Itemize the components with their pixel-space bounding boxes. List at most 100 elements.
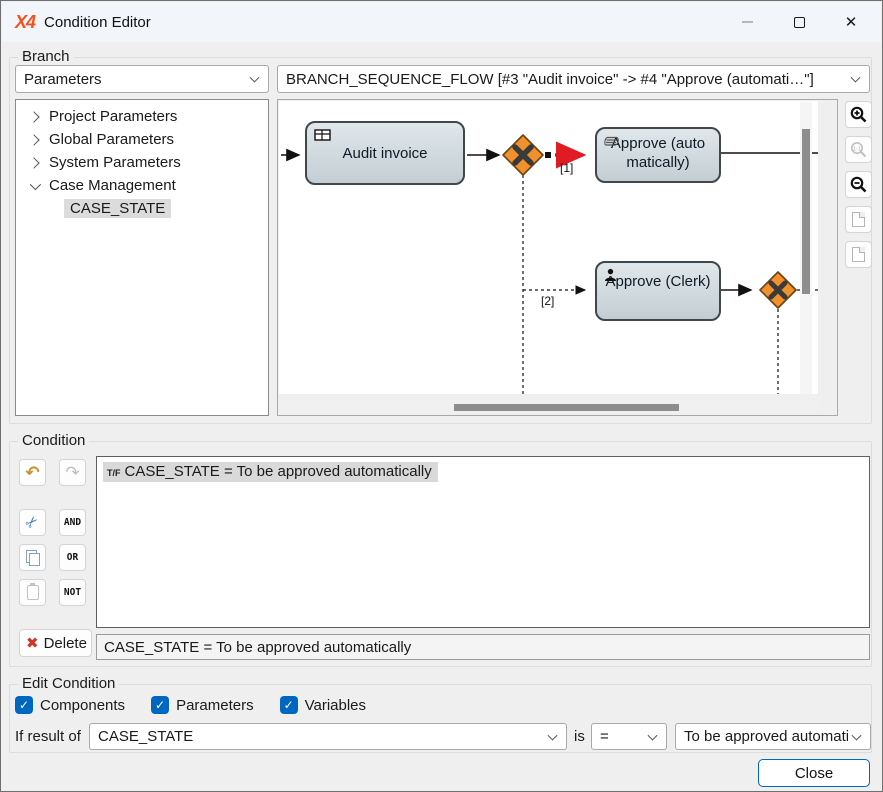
chevron-right-icon bbox=[28, 157, 39, 168]
branch-flow-select[interactable]: BRANCH_SEQUENCE_FLOW [#3 "Audit invoice"… bbox=[277, 65, 870, 93]
chevron-down-icon bbox=[30, 178, 41, 189]
close-icon: ✕ bbox=[845, 15, 858, 30]
chevron-down-icon bbox=[852, 730, 862, 740]
zoom-out-icon bbox=[850, 176, 867, 193]
not-button[interactable]: NOT bbox=[59, 579, 86, 606]
tree-item-label-selected: CASE_STATE bbox=[64, 199, 171, 218]
gateway-xor-1 bbox=[503, 135, 543, 175]
table-icon bbox=[314, 128, 331, 145]
minimize-icon bbox=[742, 21, 753, 23]
tree-item-global-parameters[interactable]: Global Parameters bbox=[16, 128, 268, 151]
cut-icon: ✂ bbox=[23, 513, 43, 533]
close-button[interactable]: Close bbox=[758, 759, 870, 787]
diagram-horizontal-scrollbar[interactable] bbox=[279, 400, 818, 414]
undo-button[interactable]: ↶ bbox=[19, 459, 46, 486]
condition-expression-row[interactable]: T/FCASE_STATE = To be approved automatic… bbox=[103, 462, 438, 482]
diagram-canvas[interactable]: Audit invoice Approve (automatically) Ap… bbox=[279, 101, 818, 394]
script-icon bbox=[604, 134, 619, 151]
chevron-right-icon bbox=[28, 111, 39, 122]
chevron-down-icon bbox=[548, 730, 558, 740]
edit-condition-checkboxes: ✓ Components ✓ Parameters ✓ Variables bbox=[15, 696, 366, 714]
zoom-actual-size-button[interactable]: 1:1 bbox=[845, 136, 872, 163]
value-select-text: To be approved automati bbox=[684, 728, 848, 745]
minimize-button[interactable] bbox=[721, 2, 773, 42]
checkbox-checked-icon: ✓ bbox=[151, 696, 169, 714]
delete-button[interactable]: ✖ Delete bbox=[19, 629, 92, 657]
paste-icon bbox=[27, 585, 39, 600]
condition-preview-field: CASE_STATE = To be approved automaticall… bbox=[96, 634, 870, 660]
edge-label-2: [2] bbox=[541, 294, 554, 308]
delete-icon: ✖ bbox=[26, 634, 39, 652]
tree-item-label: Project Parameters bbox=[49, 108, 177, 125]
maximize-button[interactable] bbox=[773, 2, 825, 42]
and-button[interactable]: AND bbox=[59, 509, 86, 536]
chevron-down-icon bbox=[851, 73, 861, 83]
zoom-out-button[interactable] bbox=[845, 171, 872, 198]
fit-to-page-button[interactable] bbox=[845, 206, 872, 233]
operand-select[interactable]: CASE_STATE bbox=[89, 723, 567, 750]
close-button-label: Close bbox=[795, 765, 833, 782]
x4-logo-icon: X4 bbox=[15, 12, 35, 33]
checkbox-parameters[interactable]: ✓ Parameters bbox=[151, 696, 254, 714]
fit-to-width-button[interactable] bbox=[845, 241, 872, 268]
task-audit-invoice[interactable]: Audit invoice bbox=[305, 121, 465, 185]
operand-value: CASE_STATE bbox=[98, 728, 193, 745]
condition-preview-text: CASE_STATE = To be approved automaticall… bbox=[104, 639, 411, 656]
chevron-right-icon bbox=[28, 134, 39, 145]
task-approve-clerk[interactable]: Approve (Clerk) bbox=[595, 261, 721, 321]
branch-type-value: Parameters bbox=[24, 71, 102, 88]
if-result-of-label: If result of bbox=[15, 728, 81, 745]
paste-button[interactable] bbox=[19, 579, 46, 606]
cut-button[interactable]: ✂ bbox=[19, 509, 46, 536]
process-diagram-panel: Audit invoice Approve (automatically) Ap… bbox=[277, 99, 838, 416]
operator-select[interactable]: = bbox=[591, 723, 667, 750]
window-title: Condition Editor bbox=[44, 14, 151, 31]
task-label: Approve (automatically) bbox=[608, 129, 708, 172]
copy-button[interactable] bbox=[19, 544, 46, 571]
value-select[interactable]: To be approved automati bbox=[675, 723, 871, 750]
svg-text:1:1: 1:1 bbox=[853, 146, 862, 152]
checkbox-label: Parameters bbox=[176, 697, 254, 714]
not-label: NOT bbox=[64, 587, 81, 598]
diagram-zoom-toolbar: 1:1 bbox=[845, 101, 872, 276]
zoom-in-button[interactable] bbox=[845, 101, 872, 128]
true-false-icon: T/F bbox=[107, 468, 121, 478]
branch-type-select[interactable]: Parameters bbox=[15, 65, 269, 93]
and-label: AND bbox=[64, 517, 81, 528]
checkbox-label: Variables bbox=[305, 697, 366, 714]
checkbox-components[interactable]: ✓ Components bbox=[15, 696, 125, 714]
checkbox-variables[interactable]: ✓ Variables bbox=[280, 696, 366, 714]
close-window-button[interactable]: ✕ bbox=[825, 2, 877, 42]
operator-value: = bbox=[600, 728, 609, 745]
edit-condition-group-label: Edit Condition bbox=[18, 675, 119, 692]
zoom-1-1-icon: 1:1 bbox=[850, 141, 867, 158]
parameter-tree: Project Parameters Global Parameters Sys… bbox=[15, 99, 269, 416]
page-icon bbox=[852, 247, 865, 262]
tree-item-case-management[interactable]: Case Management bbox=[16, 174, 268, 197]
condition-expression-list[interactable]: T/FCASE_STATE = To be approved automatic… bbox=[96, 456, 870, 628]
chevron-down-icon bbox=[648, 730, 658, 740]
checkbox-checked-icon: ✓ bbox=[280, 696, 298, 714]
tree-item-label: Global Parameters bbox=[49, 131, 174, 148]
diagram-vertical-scrollbar[interactable] bbox=[800, 102, 812, 394]
page-icon bbox=[852, 212, 865, 227]
tree-item-case-state[interactable]: CASE_STATE bbox=[16, 197, 268, 220]
tree-item-label: System Parameters bbox=[49, 154, 181, 171]
tree-item-label: Case Management bbox=[49, 177, 176, 194]
or-label: OR bbox=[67, 552, 78, 563]
copy-icon bbox=[26, 550, 39, 565]
maximize-icon bbox=[794, 17, 805, 28]
scrollbar-thumb[interactable] bbox=[802, 129, 810, 294]
branch-flow-value: BRANCH_SEQUENCE_FLOW [#3 "Audit invoice"… bbox=[286, 71, 814, 88]
checkbox-label: Components bbox=[40, 697, 125, 714]
task-approve-automatically[interactable]: Approve (automatically) bbox=[595, 127, 721, 183]
titlebar: X4 Condition Editor ✕ bbox=[2, 2, 881, 42]
scrollbar-thumb[interactable] bbox=[454, 404, 679, 411]
undo-icon: ↶ bbox=[25, 464, 39, 481]
tree-item-system-parameters[interactable]: System Parameters bbox=[16, 151, 268, 174]
tree-item-project-parameters[interactable]: Project Parameters bbox=[16, 105, 268, 128]
or-button[interactable]: OR bbox=[59, 544, 86, 571]
condition-group-label: Condition bbox=[18, 432, 89, 449]
redo-button[interactable]: ↷ bbox=[59, 459, 86, 486]
branch-group-label: Branch bbox=[18, 48, 74, 65]
